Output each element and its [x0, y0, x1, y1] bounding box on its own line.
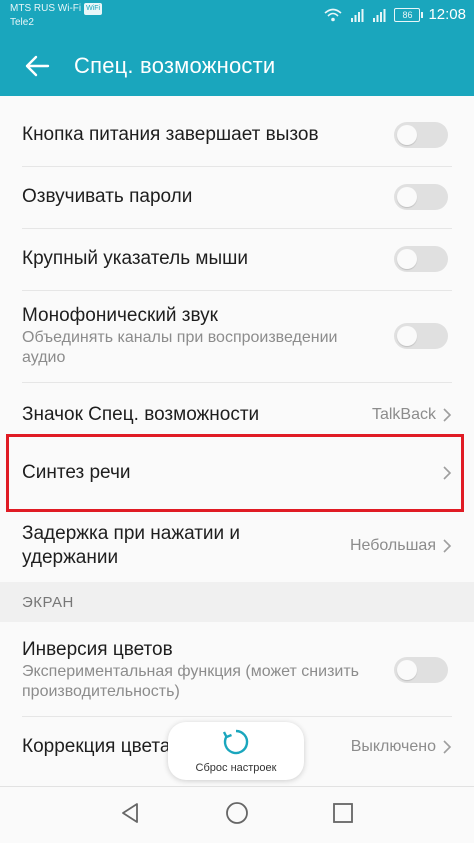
setting-speak-passwords[interactable]: Озвучивать пароли: [0, 172, 474, 222]
divider: [22, 716, 452, 717]
status-bar: MTS RUS Wi-Fi WiFi Tele2 86 12:08: [0, 0, 474, 36]
divider: [22, 382, 452, 383]
circle-home-icon: [226, 802, 248, 824]
carrier-secondary: Tele2: [10, 17, 34, 28]
setting-value: Выключено: [350, 738, 436, 755]
carrier-primary-label: MTS RUS Wi-Fi: [10, 3, 82, 14]
toggle-knob: [397, 249, 417, 269]
settings-list[interactable]: Кнопка питания завершает вызов Озвучиват…: [0, 96, 474, 786]
setting-description: Экспериментальная функция (может снизить…: [22, 663, 360, 700]
chevron-right-icon: [442, 739, 452, 755]
app-bar: Спец. возможности: [0, 36, 474, 96]
setting-description: Объединять каналы при воспроизведении ау…: [22, 329, 338, 366]
back-button[interactable]: [0, 36, 74, 96]
arrow-left-icon: [25, 55, 50, 77]
toggle-switch[interactable]: [394, 184, 448, 210]
divider: [22, 228, 452, 229]
divider: [22, 290, 452, 291]
toggle-switch[interactable]: [394, 122, 448, 148]
carrier-primary: MTS RUS Wi-Fi WiFi: [10, 3, 103, 15]
toggle-knob: [397, 326, 417, 346]
setting-label: Инверсия цветов: [22, 639, 173, 660]
status-icons: 86 12:08: [324, 6, 466, 23]
setting-power-button-ends-call[interactable]: Кнопка питания завершает вызов: [0, 110, 474, 160]
setting-label: Озвучивать пароли: [22, 186, 193, 207]
setting-label: Крупный указатель мыши: [22, 248, 248, 269]
square-recents-icon: [333, 803, 353, 823]
signal-icon-2: [373, 8, 386, 22]
setting-label: Значок Спец. возможности: [22, 404, 260, 425]
highlight-frame: [6, 434, 464, 512]
chevron-right-icon: [442, 538, 452, 554]
toggle-knob: [397, 187, 417, 207]
toggle-knob: [397, 660, 417, 680]
setting-mono-audio[interactable]: Монофонический звук Объединять каналы пр…: [0, 298, 474, 374]
toggle-switch[interactable]: [394, 323, 448, 349]
battery-icon: 86: [394, 7, 424, 22]
reset-settings-toast[interactable]: Сброс настроек: [168, 722, 304, 780]
chevron-right-icon: [442, 407, 452, 423]
setting-large-pointer[interactable]: Крупный указатель мыши: [0, 234, 474, 284]
setting-label: Кнопка питания завершает вызов: [22, 124, 319, 145]
wifi-calling-badge: WiFi: [84, 3, 103, 15]
setting-label: Задержка при нажатии и удержании: [22, 523, 241, 568]
setting-label: Монофонический звук: [22, 305, 218, 326]
clock: 12:08: [428, 6, 466, 23]
toggle-switch[interactable]: [394, 657, 448, 683]
nav-home-button[interactable]: [225, 801, 249, 830]
navigation-bar: [0, 786, 474, 843]
toggle-knob: [397, 125, 417, 145]
setting-touch-hold-delay[interactable]: Задержка при нажатии и удержании Небольш…: [0, 518, 474, 574]
wifi-icon: [324, 8, 342, 21]
setting-accessibility-shortcut[interactable]: Значок Спец. возможности TalkBack: [0, 390, 474, 440]
nav-recents-button[interactable]: [333, 803, 353, 828]
section-header-screen: ЭКРАН: [22, 594, 74, 611]
refresh-icon: [168, 727, 304, 762]
setting-value: TalkBack: [371, 406, 436, 423]
setting-color-inversion[interactable]: Инверсия цветов Экспериментальная функци…: [0, 632, 474, 708]
setting-value: Небольшая: [349, 537, 436, 554]
toggle-switch[interactable]: [394, 246, 448, 272]
page-title: Спец. возможности: [74, 53, 276, 78]
divider: [22, 166, 452, 167]
nav-back-button[interactable]: [118, 801, 142, 830]
triangle-back-icon: [122, 803, 138, 823]
toast-label: Сброс настроек: [195, 762, 277, 774]
signal-icon-1: [351, 8, 364, 22]
